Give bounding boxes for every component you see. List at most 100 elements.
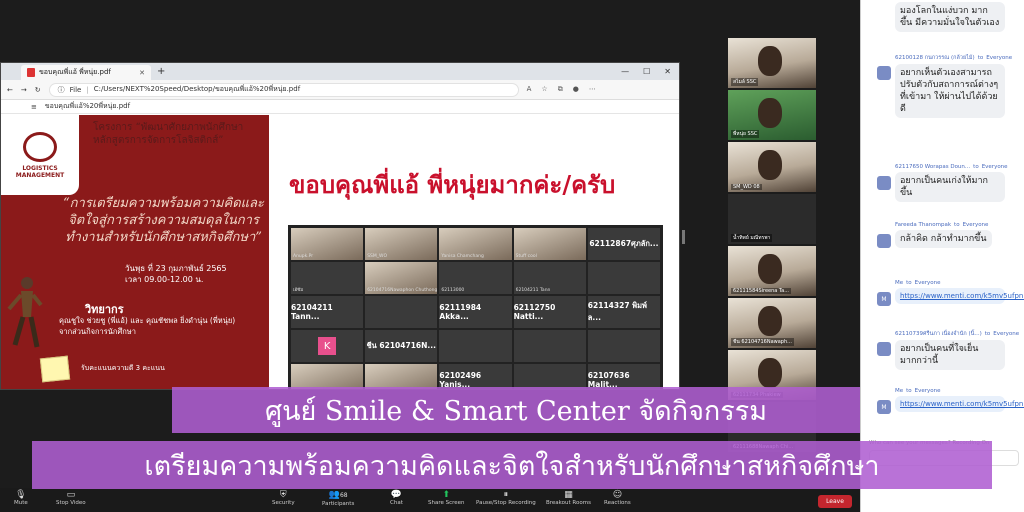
event-title: “การเตรียมความพร้อมความคิดและจิตใจสู่การ… bbox=[63, 196, 264, 245]
chat-sender: Me to Everyone bbox=[895, 280, 1024, 286]
mute-button[interactable]: 🎙 Mute bbox=[14, 490, 28, 506]
security-label: Security bbox=[272, 500, 295, 506]
gallery-tile-name: 62104211 Tann... bbox=[291, 303, 333, 321]
recording-label: Pause/Stop Recording bbox=[476, 500, 536, 506]
scrollbar-handle[interactable] bbox=[682, 230, 685, 244]
participant-video-tile[interactable]: SM_WD 08 bbox=[728, 142, 816, 192]
thanks-heading: ขอบคุณพี่แอ้ พี่หนุ่ยมากค่ะ/ครับ bbox=[289, 170, 616, 199]
pdf-toolbar: ≡ ขอบคุณพี่แอ้%20พี่หนุ่ย.pdf bbox=[1, 100, 679, 114]
logo-emblem-icon bbox=[23, 131, 57, 162]
participant-video-tile[interactable]: สไมล์ SSC bbox=[728, 38, 816, 88]
chat-to-word: to bbox=[977, 55, 984, 61]
tab-title: ขอบคุณพี่แอ้ พี่หนุ่ย.pdf bbox=[39, 68, 111, 76]
participant-face bbox=[758, 306, 782, 336]
participants-count: 68 bbox=[339, 492, 348, 499]
browser-tab-bar: ขอบคุณพี่แอ้ พี่หนุ่ย.pdf ✕ + — ☐ ✕ bbox=[1, 63, 679, 80]
favorite-icon[interactable]: ☆ bbox=[541, 85, 547, 94]
gallery-tile: SSM_WO bbox=[365, 228, 438, 260]
gallery-tile: 62114327 พิมพ์ล... bbox=[587, 296, 660, 328]
gallery-tile-name: 62112750 Natti... bbox=[513, 303, 556, 321]
gallery-tile-name: Yanisa Chamchang bbox=[441, 254, 484, 259]
participant-name: น้ำทิพย์ มณีทรพา bbox=[731, 234, 773, 242]
gallery-tile: ชีน 62104716N... bbox=[365, 330, 438, 362]
sticky-note-illustration bbox=[39, 355, 71, 383]
chat-icon: 💬 bbox=[390, 490, 403, 500]
participant-face bbox=[758, 254, 782, 284]
participant-face bbox=[758, 98, 782, 128]
chat-link[interactable]: https://www.menti.com/k5mv5ufpn1 bbox=[895, 396, 1024, 412]
leave-button[interactable]: Leave bbox=[818, 495, 852, 508]
address-bar-row: ← → ↻ ⓘ File | C:/Users/NEXT%20Speed/Des… bbox=[1, 80, 679, 100]
chat-sender: 62117650 Worapas Doun... to Everyone bbox=[895, 164, 1024, 170]
forward-icon[interactable]: → bbox=[21, 86, 27, 94]
chat-button[interactable]: 💬 Chat bbox=[390, 490, 403, 506]
chat-recipient: Everyone bbox=[993, 331, 1020, 337]
address-path: C:/Users/NEXT%20Speed/Desktop/ขอบคุณพี่แ… bbox=[93, 85, 301, 93]
participant-video-tile[interactable]: พี่หนุ่ย SSC bbox=[728, 90, 816, 140]
chat-to-word: to bbox=[984, 331, 991, 337]
window-close-icon[interactable]: ✕ bbox=[664, 67, 671, 76]
project-title: โครงการ “พัฒนาศักยภาพนักศึกษา หลักสูตรกา… bbox=[93, 121, 243, 147]
participant-video-tile[interactable]: น้ำทิพย์ มณีทรพา bbox=[728, 194, 816, 244]
close-icon[interactable]: ✕ bbox=[139, 69, 145, 77]
browser-tools: A ☆ ⧉ ● ⋯ bbox=[527, 85, 596, 94]
chat-message: Fareeda Thanompak to Everyone กล้าคิด กล้าท… bbox=[869, 222, 1024, 248]
gallery-tile-name: 62104211 Tann bbox=[515, 288, 551, 293]
gallery-tile bbox=[365, 296, 438, 328]
caption-line-1: ศูนย์ Smile & Smart Center จัดกิจกรรม bbox=[172, 387, 860, 433]
chat-sender: 62100128 กนกวรรณ (กล้วยไม้) to Everyone bbox=[895, 54, 1024, 62]
profile-icon[interactable]: ● bbox=[573, 85, 579, 94]
zoom-gallery-screenshot: Anupk.Pr SSM_WO Yanisa Chamchang Stuff cool… bbox=[288, 225, 663, 389]
project-line1: โครงการ “พัฒนาศักยภาพนักศึกษา bbox=[93, 122, 244, 133]
gallery-tile-name: 62112867ศุภลัก... bbox=[589, 239, 659, 248]
participants-button[interactable]: 👥68 Participants bbox=[322, 490, 354, 507]
gallery-tile: Yanisa Chamchang bbox=[439, 228, 512, 260]
reactions-button[interactable]: ☺ Reactions bbox=[604, 490, 631, 506]
chat-message: มองโลกในแง่บวก มากขึ้น มีความมั่นใจในตัว… bbox=[869, 0, 1024, 32]
back-icon[interactable]: ← bbox=[7, 86, 13, 94]
chat-recipient: Everyone bbox=[981, 164, 1008, 170]
menu-icon[interactable]: ≡ bbox=[31, 103, 37, 111]
gallery-tile-name: 62113000 bbox=[441, 288, 465, 293]
stop-video-button[interactable]: ▭ Stop Video bbox=[56, 490, 86, 506]
more-icon[interactable]: ⋯ bbox=[589, 85, 596, 94]
gallery-tile: 62104211 Tann bbox=[513, 262, 586, 294]
browser-tab[interactable]: ขอบคุณพี่แอ้ พี่หนุ่ย.pdf ✕ bbox=[21, 65, 151, 80]
gallery-tile bbox=[439, 330, 512, 362]
recording-button[interactable]: ⏸ Pause/Stop Recording bbox=[476, 490, 536, 506]
minimize-icon[interactable]: — bbox=[621, 67, 629, 76]
chat-recipient: Everyone bbox=[986, 55, 1013, 61]
chat-recipient: Everyone bbox=[914, 280, 941, 286]
share-screen-label: Share Screen bbox=[428, 500, 465, 506]
chat-message: Me to Everyone Mhttps://www.menti.com/k5mv5… bbox=[869, 280, 1024, 306]
participant-video-tile[interactable]: 62111584Sireena Ta... bbox=[728, 246, 816, 296]
gallery-tile: เอ้ซัม bbox=[291, 262, 364, 294]
chat-link[interactable]: https://www.menti.com/k5mv5ufpn1 bbox=[895, 288, 1024, 304]
camera-icon: ▭ bbox=[66, 490, 76, 500]
participant-face bbox=[758, 46, 782, 76]
gallery-tile-name: 62114327 พิมพ์ล... bbox=[587, 301, 647, 322]
chat-recipient: Everyone bbox=[914, 388, 941, 394]
participants-icon: 👥68 bbox=[328, 490, 348, 500]
collections-icon[interactable]: ⧉ bbox=[558, 85, 563, 94]
chat-to-word: to bbox=[906, 388, 912, 394]
shield-icon: ⛨ bbox=[279, 490, 287, 500]
chat-sender: Fareeda Thanompak to Everyone bbox=[895, 222, 1024, 228]
gallery-tile: 62111984 Akka... bbox=[439, 296, 512, 328]
gallery-tile bbox=[587, 330, 660, 362]
read-aloud-icon[interactable]: A bbox=[527, 85, 532, 94]
address-field[interactable]: ⓘ File | C:/Users/NEXT%20Speed/Desktop/ข… bbox=[48, 82, 519, 97]
gallery-tile bbox=[587, 262, 660, 294]
gallery-tile-name: 62111984 Akka... bbox=[439, 303, 482, 321]
participant-video-tile[interactable]: ชีน 62104716Nawaph... bbox=[728, 298, 816, 348]
share-screen-button[interactable]: ⬆ Share Screen bbox=[428, 490, 465, 506]
chat-sender-name: Fareeda Thanompak bbox=[895, 222, 952, 228]
security-button[interactable]: ⛨ Security bbox=[272, 490, 295, 506]
maximize-icon[interactable]: ☐ bbox=[643, 67, 650, 76]
gallery-tile-name: Anupk.Pr bbox=[293, 254, 314, 259]
chat-message: 62100128 กนกวรรณ (กล้วยไม้) to Everyone อยา… bbox=[869, 54, 1024, 118]
new-tab-icon[interactable]: + bbox=[157, 66, 165, 77]
refresh-icon[interactable]: ↻ bbox=[35, 86, 41, 94]
breakout-rooms-button[interactable]: ▦ Breakout Rooms bbox=[546, 490, 591, 506]
participants-label: Participants bbox=[322, 501, 355, 507]
